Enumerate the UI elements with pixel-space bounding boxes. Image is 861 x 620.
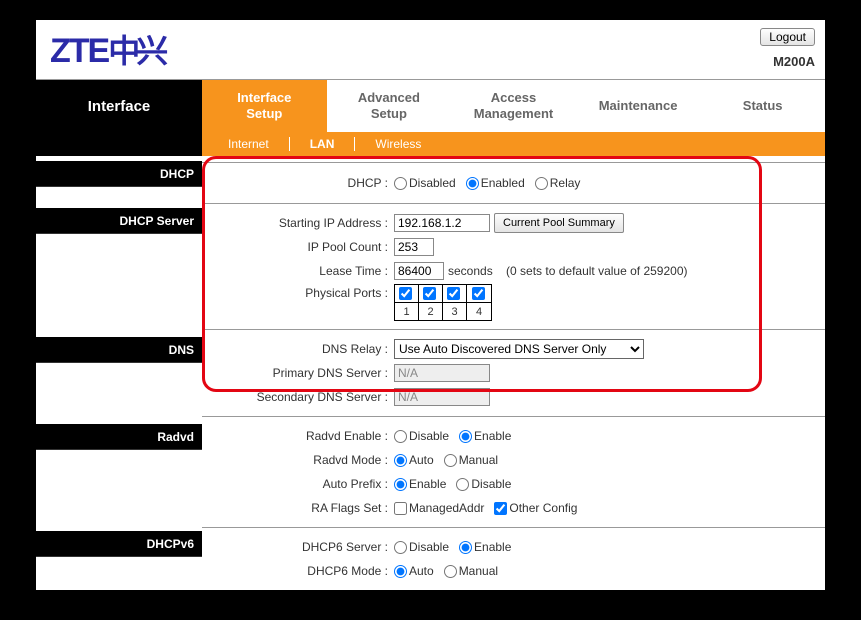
radvd-mode-label: Radvd Mode : [202,453,394,467]
logout-button[interactable]: Logout [760,28,815,46]
radvd-enable-enable[interactable]: Enable [459,429,511,443]
flag-managed-addr[interactable]: ManagedAddr [394,501,484,515]
port-2-label: 2 [419,303,443,320]
auto-prefix-label: Auto Prefix : [202,477,394,491]
subtab-lan[interactable]: LAN [290,137,356,151]
subtab-internet[interactable]: Internet [208,137,290,151]
dhcp6-server-enable[interactable]: Enable [459,540,511,554]
radvd-mode-manual[interactable]: Manual [444,453,498,467]
secondary-dns-label: Secondary DNS Server : [202,390,394,404]
lease-time-label: Lease Time : [202,264,394,278]
sub-tabs: Internet LAN Wireless [202,132,825,156]
auto-prefix-disable[interactable]: Disable [456,477,511,491]
section-dhcp-server: DHCP Server [36,208,202,234]
model-label: M200A [773,54,815,69]
dhcp6-mode-manual[interactable]: Manual [444,564,498,578]
dhcp-label: DHCP : [202,176,394,190]
port-4-label: 4 [467,303,491,320]
tab-maintenance[interactable]: Maintenance [576,80,701,132]
section-dhcp: DHCP [36,161,202,187]
dhcp6-server-label: DHCP6 Server : [202,540,394,554]
flag-other-config[interactable]: Other Config [494,501,577,515]
port-2-checkbox[interactable] [423,287,436,300]
radvd-mode-auto[interactable]: Auto [394,453,434,467]
logo: ZTE中兴 [50,26,164,72]
radvd-enable-label: Radvd Enable : [202,429,394,443]
dns-relay-select[interactable]: Use Auto Discovered DNS Server Only [394,339,644,359]
tab-status[interactable]: Status [700,80,825,132]
dhcp6-mode-label: DHCP6 Mode : [202,564,394,578]
pool-summary-button[interactable]: Current Pool Summary [494,213,624,233]
side-title: Interface [36,80,202,132]
physical-ports-grid: 1 2 3 4 [394,284,492,321]
dhcp-enabled[interactable]: Enabled [466,176,525,190]
port-3-checkbox[interactable] [447,287,460,300]
dhcp6-mode-auto[interactable]: Auto [394,564,434,578]
tab-access-management[interactable]: Access Management [451,80,576,132]
pool-count-input[interactable] [394,238,434,256]
primary-dns-input [394,364,490,382]
tab-interface-setup[interactable]: Interface Setup [202,80,327,132]
port-1-checkbox[interactable] [399,287,412,300]
main-tabs: Interface Setup Advanced Setup Access Ma… [202,80,825,132]
port-3-label: 3 [443,303,467,320]
ra-flags-label: RA Flags Set : [202,501,394,515]
auto-prefix-enable[interactable]: Enable [394,477,446,491]
port-4-checkbox[interactable] [472,287,485,300]
tab-advanced-setup[interactable]: Advanced Setup [327,80,452,132]
section-dhcpv6: DHCPv6 [36,531,202,557]
section-radvd: Radvd [36,424,202,450]
pool-count-label: IP Pool Count : [202,240,394,254]
start-ip-input[interactable] [394,214,490,232]
physical-ports-label: Physical Ports : [202,284,394,300]
dhcp6-server-disable[interactable]: Disable [394,540,449,554]
lease-time-input[interactable] [394,262,444,280]
dhcp-relay[interactable]: Relay [535,176,581,190]
radvd-enable-disable[interactable]: Disable [394,429,449,443]
dns-relay-label: DNS Relay : [202,342,394,356]
section-dns: DNS [36,337,202,363]
lease-time-note: seconds (0 sets to default value of 2592… [448,264,687,278]
start-ip-label: Starting IP Address : [202,216,394,230]
header: ZTE中兴 Logout M200A [36,20,825,80]
dhcp-disabled[interactable]: Disabled [394,176,456,190]
secondary-dns-input [394,388,490,406]
primary-dns-label: Primary DNS Server : [202,366,394,380]
port-1-label: 1 [395,303,419,320]
subtab-wireless[interactable]: Wireless [355,137,441,151]
